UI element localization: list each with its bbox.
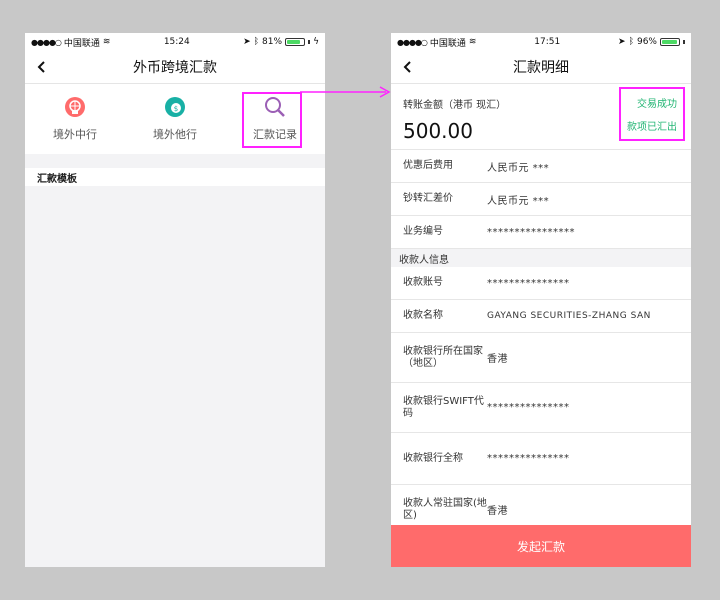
detail-row-spread: 钞转汇差价 人民币元 *** xyxy=(391,183,691,216)
signal-icon: ●●●●○ xyxy=(31,37,62,47)
back-icon[interactable] xyxy=(401,60,415,74)
row-value: *************** xyxy=(487,277,570,289)
tile-label: 境外中行 xyxy=(53,128,97,141)
detail-row-swift: 收款银行SWIFT代码 *************** xyxy=(391,383,691,433)
row-label: 收款人常驻国家(地区) xyxy=(403,497,487,521)
page-title: 外币跨境汇款 xyxy=(133,60,217,76)
row-value: 人民币元 *** xyxy=(487,195,550,207)
highlight-box xyxy=(242,92,302,148)
detail-row-name: 收款名称 GAYANG SECURITIES-ZHANG SAN xyxy=(391,300,691,333)
status-bar: ●●●●○ 中国联通 ≋ 17:51 ➤ ᛒ 96% xyxy=(391,33,691,51)
row-label: 收款银行全称 xyxy=(403,452,463,464)
dollar-globe-icon: $ xyxy=(165,97,185,117)
svg-text:$: $ xyxy=(174,105,178,113)
signal-icon: ●●●●○ xyxy=(397,37,428,47)
bluetooth-icon: ᛒ xyxy=(628,37,634,47)
nav-bar: 汇款明细 xyxy=(391,51,691,84)
location-icon: ➤ xyxy=(618,37,626,47)
back-icon[interactable] xyxy=(35,60,49,74)
phone-right-screen: ●●●●○ 中国联通 ≋ 17:51 ➤ ᛒ 96% 汇款明细 转账金额（港币 … xyxy=(391,33,691,567)
arrow-connector-icon xyxy=(300,86,391,98)
template-list xyxy=(25,186,325,566)
charging-icon: ϟ xyxy=(313,37,319,47)
battery-percent: 96% xyxy=(636,37,657,47)
row-label: 钞转汇差价 xyxy=(403,193,453,204)
wifi-icon: ≋ xyxy=(468,37,477,47)
detail-row-country: 收款银行所在国家（地区） 香港 xyxy=(391,333,691,383)
row-value: 香港 xyxy=(487,354,508,365)
tile-boc-overseas[interactable]: 境外中行 xyxy=(25,84,125,154)
row-label: 收款银行所在国家（地区） xyxy=(403,345,483,369)
payee-info-header: 收款人信息 xyxy=(391,249,691,267)
row-value: 香港 xyxy=(487,506,508,517)
wifi-icon: ≋ xyxy=(102,37,111,47)
detail-row-fee: 优惠后费用 人民币元 *** xyxy=(391,150,691,183)
section-templates-header: 汇款模板 xyxy=(25,168,325,186)
time-label: 17:51 xyxy=(534,37,561,47)
time-label: 15:24 xyxy=(163,37,190,47)
globe-coin-icon xyxy=(65,97,85,117)
nav-bar: 外币跨境汇款 xyxy=(25,51,325,84)
status-bar: ●●●●○ 中国联通 ≋ 15:24 ➤ ᛒ 81% ϟ xyxy=(25,33,325,51)
detail-row-account: 收款账号 *************** xyxy=(391,267,691,300)
row-value: **************** xyxy=(487,226,575,238)
detail-row-business-no: 业务编号 **************** xyxy=(391,216,691,249)
row-label: 收款名称 xyxy=(403,310,443,321)
battery-icon xyxy=(660,38,680,46)
status-remitted: 款项已汇出 xyxy=(627,122,677,133)
page-title: 汇款明细 xyxy=(513,60,569,76)
battery-icon xyxy=(285,38,306,46)
status-success: 交易成功 xyxy=(637,99,677,110)
row-label: 收款账号 xyxy=(403,277,443,288)
initiate-remittance-button[interactable]: 发起汇款 xyxy=(391,525,691,567)
carrier-label: 中国联通 xyxy=(63,38,100,49)
row-value: 人民币元 *** xyxy=(487,162,550,174)
status-box: 交易成功 款项已汇出 xyxy=(619,87,685,141)
detail-row-bank-name: 收款银行全称 *************** xyxy=(391,433,691,485)
row-value: *************** xyxy=(487,402,570,413)
row-label: 优惠后费用 xyxy=(403,160,453,171)
row-value: GAYANG SECURITIES-ZHANG SAN xyxy=(487,311,651,321)
row-value: *************** xyxy=(487,453,570,464)
location-icon: ➤ xyxy=(243,37,251,47)
row-label: 业务编号 xyxy=(403,226,443,237)
battery-percent: 81% xyxy=(262,37,283,47)
tile-label: 境外他行 xyxy=(153,128,197,141)
carrier-label: 中国联通 xyxy=(429,38,466,49)
tile-other-bank[interactable]: $ 境外他行 xyxy=(125,84,225,154)
bluetooth-icon: ᛒ xyxy=(253,37,260,47)
row-label: 收款银行SWIFT代码 xyxy=(403,395,484,419)
amount-block: 转账金额（港币 现汇） 500.00 交易成功 款项已汇出 xyxy=(391,84,691,150)
